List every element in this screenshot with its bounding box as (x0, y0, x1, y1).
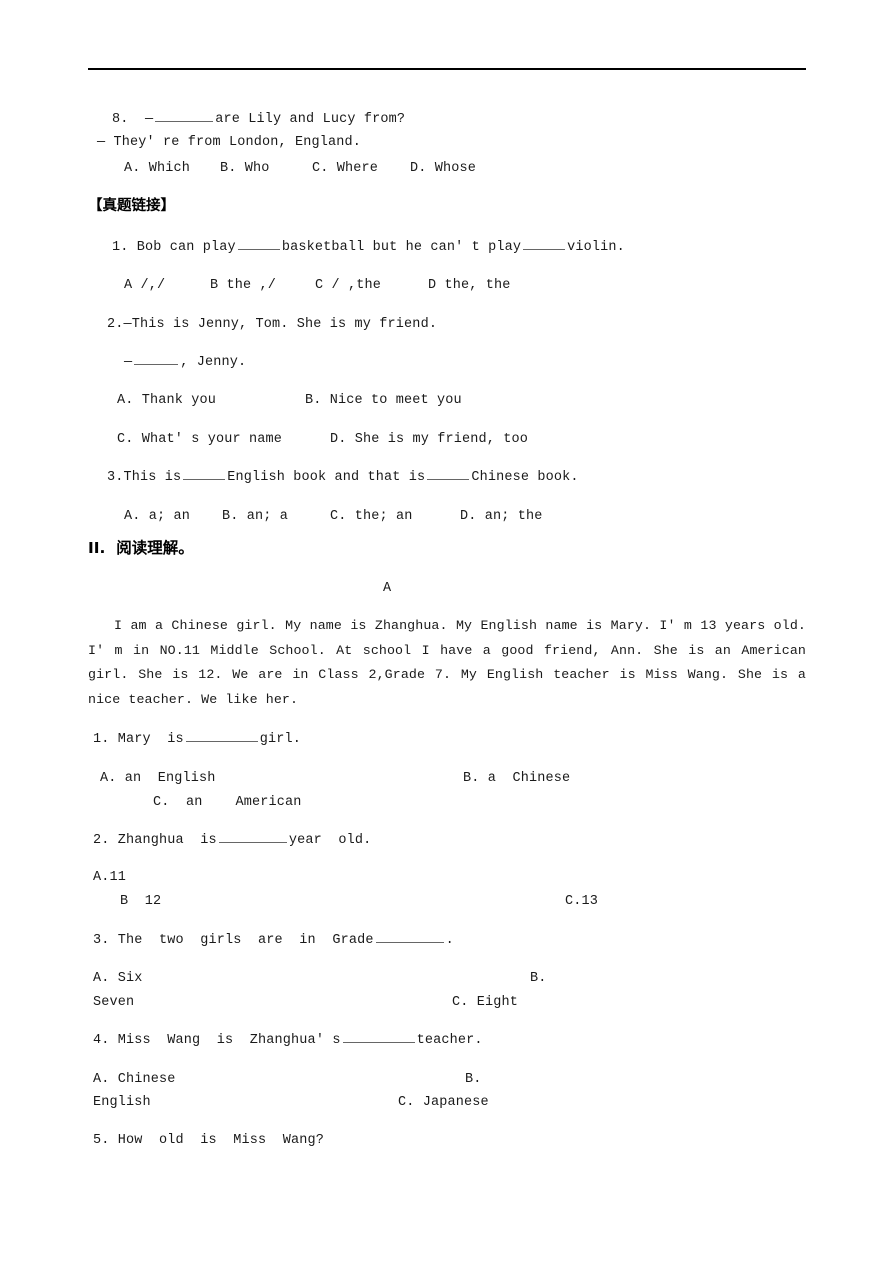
reading-q3-number: 3. (93, 933, 110, 948)
question-8-option-a[interactable]: A. Which (124, 157, 190, 180)
question-8-answer-line: — They' re from London, England. (97, 135, 362, 150)
reading-q3-stem: 3. The two girls are in Grade. (93, 929, 454, 952)
question-8-option-d[interactable]: D. Whose (410, 157, 476, 180)
spacer-q2 (110, 833, 118, 848)
passage-label: A (383, 581, 392, 596)
question-8-option-b[interactable]: B. Who (220, 157, 270, 180)
reading-q4-option-b-label[interactable]: B. (465, 1068, 482, 1091)
question-8-stem-text: are Lily and Lucy from? (215, 112, 406, 127)
real-exam-q2-option-b[interactable]: B. Nice to meet you (305, 389, 462, 412)
reading-q3-option-b-text[interactable]: Seven (93, 991, 134, 1014)
reading-q3-suffix: . (445, 933, 454, 948)
real-exam-q1-option-d[interactable]: D the, the (428, 274, 511, 297)
reading-q2-number: 2. (93, 833, 110, 848)
reading-q3-option-b-label[interactable]: B. (530, 967, 547, 990)
real-exam-q2-option-a[interactable]: A. Thank you (117, 389, 216, 412)
real-exam-q1-number: 1. (112, 240, 129, 255)
real-exam-q2-blank (134, 353, 179, 365)
real-exam-q1-option-b[interactable]: B the ,/ (210, 274, 276, 297)
real-exam-q3-blank-1 (183, 468, 226, 480)
reading-q1-option-b[interactable]: B. a Chinese (463, 767, 570, 790)
real-exam-q3-number: 3. (107, 470, 124, 485)
real-exam-q3-blank-2 (427, 468, 470, 480)
real-exam-q2-stem: 2.—This is Jenny, Tom. She is my friend. (107, 313, 437, 336)
spacer-q1 (110, 732, 118, 747)
reading-q1-option-a[interactable]: A. an English (100, 767, 216, 790)
reading-passage: I am a Chinese girl. My name is Zhanghua… (88, 618, 806, 707)
reading-q3-prefix: The two girls are in Grade (117, 933, 374, 948)
reading-q3-blank (375, 931, 444, 943)
reading-q1-blank (185, 730, 258, 742)
question-8-blank (155, 110, 214, 122)
reading-q1-stem: 1. Mary is girl. (93, 728, 301, 751)
real-exam-q1-stem: 1. Bob can play basketball but he can' t … (112, 236, 625, 259)
real-exam-q2-reply-dash: — (124, 355, 133, 370)
real-exam-q1-option-a[interactable]: A /,/ (124, 274, 165, 297)
reading-q3-option-c[interactable]: C. Eight (452, 991, 518, 1014)
real-exam-q3-part3: Chinese book. (471, 470, 579, 485)
question-8-number: 8. (112, 112, 129, 127)
spacer-q4 (110, 1033, 118, 1048)
reading-q1-number: 1. (93, 732, 110, 747)
question-8-stem: 8. — are Lily and Lucy from? (112, 108, 405, 131)
reading-q2-stem: 2. Zhanghua is year old. (93, 829, 371, 852)
reading-section-heading: II. 阅读理解。 (88, 539, 194, 557)
reading-q2-option-b[interactable]: B 12 (120, 890, 161, 913)
reading-q5-stem: 5. How old is Miss Wang? (93, 1133, 325, 1148)
real-exam-q2-stem-text: —This is Jenny, Tom. She is my friend. (123, 317, 438, 332)
real-exam-q1-part3: violin. (567, 240, 625, 255)
real-exam-q1-blank-1 (237, 238, 280, 250)
real-exam-q1-part2: basketball but he can' t play (281, 240, 522, 255)
reading-q2-blank (218, 831, 287, 843)
real-exam-q2-option-d[interactable]: D. She is my friend, too (330, 428, 528, 451)
reading-q4-option-b-text[interactable]: English (93, 1091, 151, 1114)
real-exam-q3-part1: This is (123, 470, 182, 485)
reading-q4-stem: 4. Miss Wang is Zhanghua' s teacher. (93, 1029, 483, 1052)
reading-q4-suffix: teacher. (416, 1033, 483, 1048)
reading-q1-option-c[interactable]: C. an American (153, 791, 302, 814)
header-divider-rule (88, 68, 806, 70)
real-exam-q3-option-c[interactable]: C. the; an (330, 505, 413, 528)
document-page: 8. — are Lily and Lucy from? — They' re f… (0, 0, 892, 1262)
real-exam-q3-option-b[interactable]: B. an; a (222, 505, 288, 528)
reading-q2-option-c[interactable]: C.13 (565, 890, 598, 913)
real-exam-q2-reply: — , Jenny. (124, 351, 246, 374)
reading-q1-suffix: girl. (259, 732, 302, 747)
reading-q4-option-a[interactable]: A. Chinese (93, 1068, 176, 1091)
real-exam-q3-stem: 3.This is English book and that is Chinese… (107, 466, 579, 489)
spacer-1 (129, 240, 137, 255)
real-exam-q1-option-c[interactable]: C / ,the (315, 274, 381, 297)
reading-q2-prefix: Zhanghua is (117, 833, 217, 848)
real-exam-q2-number: 2. (107, 317, 124, 332)
reading-q4-prefix: Miss Wang is Zhanghua' s (117, 1033, 341, 1048)
real-exam-q1-part1: Bob can play (136, 240, 236, 255)
reading-q4-number: 4. (93, 1033, 110, 1048)
real-exam-q3-option-a[interactable]: A. a; an (124, 505, 190, 528)
question-8-dash-glyph: — (145, 112, 154, 127)
real-exam-q1-blank-2 (523, 238, 566, 250)
reading-q1-prefix: Mary is (117, 732, 184, 747)
reading-q2-suffix: year old. (288, 833, 372, 848)
spacer-q3 (110, 933, 118, 948)
real-exam-q3-option-d[interactable]: D. an; the (460, 505, 543, 528)
real-exam-q2-reply-suffix: , Jenny. (180, 355, 247, 370)
real-exam-q3-part2: English book and that is (227, 470, 426, 485)
real-exam-q2-option-c[interactable]: C. What' s your name (117, 428, 282, 451)
reading-q4-blank (342, 1031, 415, 1043)
question-8-dash (129, 112, 146, 127)
question-8-option-c[interactable]: C. Where (312, 157, 378, 180)
real-exam-heading: 【真题链接】 (88, 198, 175, 214)
reading-q2-option-a[interactable]: A.11 (93, 866, 126, 889)
reading-q3-option-a[interactable]: A. Six (93, 967, 143, 990)
reading-q4-option-c[interactable]: C. Japanese (398, 1091, 489, 1114)
